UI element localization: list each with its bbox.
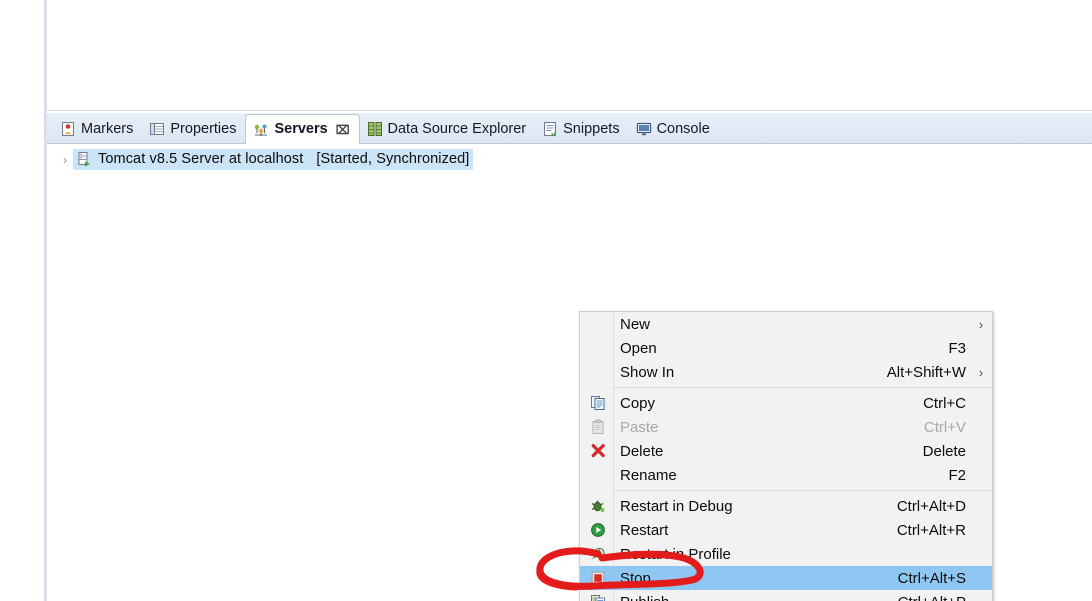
menu-item-restart[interactable]: Restart Ctrl+Alt+R — [580, 518, 992, 542]
tab-label: Markers — [81, 120, 134, 137]
menu-item-accelerator: Ctrl+Alt+P — [898, 594, 974, 601]
menu-item-new[interactable]: New › — [580, 312, 992, 336]
menu-item-label: Restart — [620, 521, 669, 539]
chevron-right-icon: › — [978, 364, 984, 380]
server-context-menu[interactable]: New › Open F3 Show In Alt+Shift+W › Copy Ctrl+C P… — [579, 311, 993, 601]
menu-item-rename[interactable]: Rename F2 — [580, 463, 992, 487]
close-icon[interactable]: ⌧ — [336, 123, 350, 137]
menu-item-accelerator: Alt+Shift+W — [886, 363, 966, 381]
copy-icon — [585, 395, 611, 411]
tomcat-server-icon — [76, 151, 92, 167]
menu-item-label: Restart in Profile — [620, 545, 731, 563]
eclipse-workbench-window: Markers Properties Servers ⌧ Data Source Exp… — [0, 0, 1092, 601]
menu-item-accelerator: F2 — [948, 466, 966, 484]
menu-item-accelerator: Ctrl+Alt+S — [897, 569, 966, 587]
view-tab-bar: Markers Properties Servers ⌧ Data Source Exp… — [47, 113, 1092, 144]
menu-separator — [614, 490, 992, 491]
editor-area-blank — [46, 0, 1092, 112]
menu-item-accelerator: Ctrl+V — [923, 418, 966, 436]
menu-item-show-in[interactable]: Show In Alt+Shift+W › — [580, 360, 992, 384]
menu-item-paste: Paste Ctrl+V — [580, 415, 992, 439]
tab-properties[interactable]: Properties — [142, 115, 245, 143]
menu-item-label: Open — [620, 339, 657, 357]
menu-item-restart-in-profile[interactable]: Restart in Profile — [580, 542, 992, 566]
workbench-left-gutter — [0, 0, 44, 601]
profile-restart-icon — [585, 546, 611, 562]
menu-item-restart-in-debug[interactable]: Restart in Debug Ctrl+Alt+D — [580, 494, 992, 518]
menu-item-accelerator: Delete — [922, 442, 966, 460]
menu-item-label: Show In — [620, 363, 675, 381]
restart-icon — [585, 522, 611, 538]
tree-row[interactable]: › Tomcat v8.5 Server at localhost [Started… — [47, 148, 1092, 171]
tab-markers[interactable]: Markers — [53, 115, 142, 143]
stop-icon — [585, 570, 611, 586]
menu-item-publish[interactable]: PublishCtrl+Alt+P — [580, 590, 992, 601]
debug-restart-icon — [585, 498, 611, 514]
tab-label: Console — [656, 120, 710, 137]
data-source-explorer-icon — [367, 121, 383, 137]
menu-separator — [614, 387, 992, 388]
tab-label: Servers — [274, 121, 328, 138]
menu-item-accelerator: Ctrl+Alt+D — [896, 497, 966, 515]
menu-item-label: Paste — [620, 418, 659, 436]
paste-icon — [585, 419, 611, 435]
menu-item-accelerator: F3 — [948, 339, 966, 357]
tab-data-source-explorer[interactable]: Data Source Explorer — [360, 115, 536, 143]
server-status: [Started, Synchronized] — [316, 151, 470, 167]
menu-item-label: Delete — [620, 442, 664, 460]
menu-item-accelerator: Ctrl+C — [923, 394, 966, 412]
chevron-right-icon: › — [978, 316, 984, 332]
editor-area-bottom-divider — [46, 110, 1092, 111]
tab-label: Data Source Explorer — [387, 120, 527, 137]
menu-item-label: Publish — [611, 594, 898, 601]
tab-console[interactable]: Console — [629, 115, 719, 143]
menu-item-accelerator: Ctrl+Alt+R — [896, 521, 966, 539]
chevron-right-icon[interactable]: › — [57, 154, 73, 166]
tab-label: Properties — [170, 120, 237, 137]
menu-item-label: Restart in Debug — [620, 497, 733, 515]
tab-label: Snippets — [563, 120, 620, 137]
console-icon — [636, 121, 652, 137]
menu-item-label: Copy — [620, 394, 656, 412]
publish-icon — [585, 594, 611, 601]
tree-item-content[interactable]: Tomcat v8.5 Server at localhost [Started,… — [73, 149, 474, 170]
menu-item-copy[interactable]: Copy Ctrl+C — [580, 391, 992, 415]
properties-icon — [149, 121, 165, 137]
menu-item-label: Rename — [620, 466, 677, 484]
delete-icon — [585, 443, 611, 459]
snippets-icon — [542, 121, 558, 137]
servers-icon — [253, 122, 269, 138]
menu-item-stop[interactable]: Stop Ctrl+Alt+S — [580, 566, 992, 590]
tab-snippets[interactable]: Snippets — [535, 115, 628, 143]
menu-item-label: New — [620, 315, 651, 333]
server-name: Tomcat v8.5 Server at localhost — [98, 151, 304, 167]
menu-item-label: Stop — [620, 569, 651, 587]
menu-item-open[interactable]: Open F3 — [580, 336, 992, 360]
menu-item-delete[interactable]: Delete Delete — [580, 439, 992, 463]
tab-servers[interactable]: Servers ⌧ — [245, 114, 360, 144]
markers-icon — [60, 121, 76, 137]
